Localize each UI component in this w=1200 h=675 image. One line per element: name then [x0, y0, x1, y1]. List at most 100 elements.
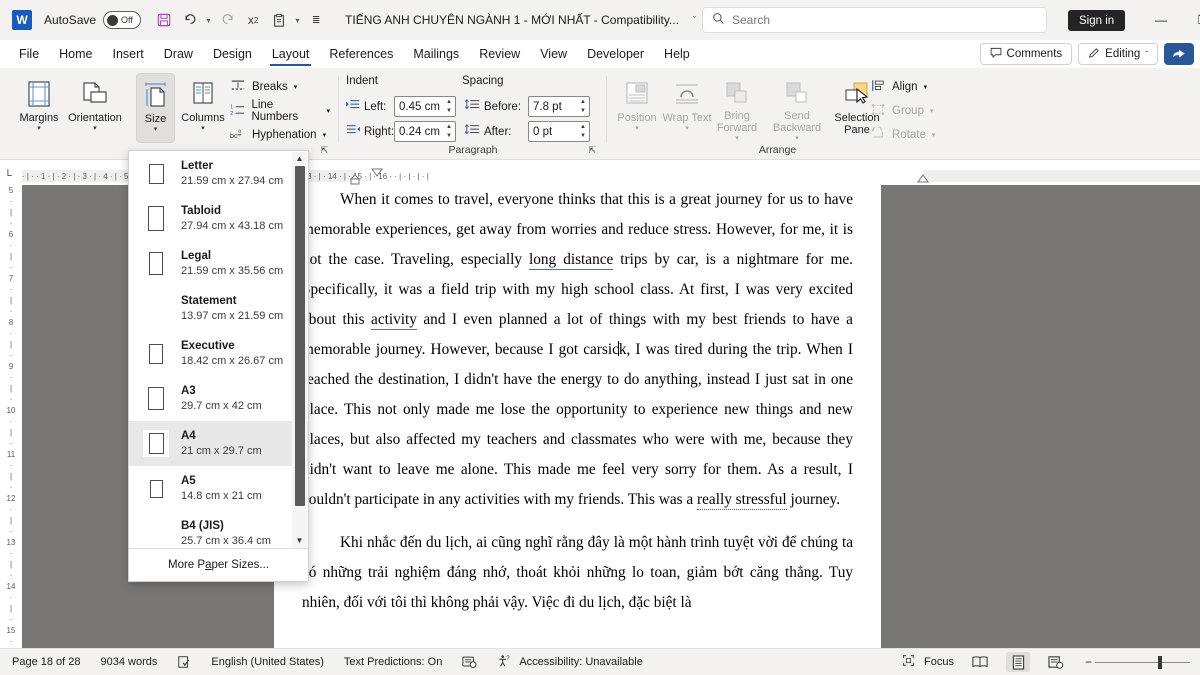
scroll-up-arrow-icon[interactable]: ▲ — [296, 152, 304, 166]
size-button[interactable]: Size ▾ — [136, 73, 175, 143]
paste-icon[interactable] — [266, 7, 292, 33]
word-count-status[interactable]: 9034 words — [101, 656, 158, 668]
line-numbers-chevron-down-icon[interactable]: ▾ — [326, 107, 330, 115]
tab-view[interactable]: View — [530, 41, 577, 67]
redo-icon[interactable] — [214, 7, 240, 33]
tab-references[interactable]: References — [319, 41, 403, 67]
minimize-button[interactable]: — — [1140, 0, 1182, 40]
undo-icon[interactable] — [177, 7, 203, 33]
language-status[interactable]: English (United States) — [211, 656, 324, 668]
bring-forward-button[interactable]: Bring Forward ▾ — [710, 73, 764, 143]
breaks-button[interactable]: Breaks ▾ — [230, 76, 297, 98]
tab-mailings[interactable]: Mailings — [403, 41, 469, 67]
spacing-before-stepper[interactable]: ▲▼ — [580, 98, 586, 116]
vertical-ruler[interactable]: 5·|· 6·|· 7·|· 8·|· 9·|· 10·|· 11·|· 12·… — [0, 185, 22, 645]
align-button[interactable]: Align ▾ — [870, 76, 927, 98]
size-dropdown-scrollbar[interactable]: ▲ ▼ — [292, 152, 307, 548]
tab-developer[interactable]: Developer — [577, 41, 654, 67]
editor-icon[interactable] — [462, 655, 477, 669]
read-mode-icon[interactable] — [968, 652, 992, 672]
subscript-icon[interactable]: x2 — [240, 7, 266, 33]
spacing-before-input[interactable]: 7.8 pt ▲▼ — [528, 96, 590, 117]
line-numbers-button[interactable]: 12 Line Numbers ▾ — [230, 100, 330, 122]
size-option-a5[interactable]: A5 14.8 cm x 21 cm — [129, 466, 308, 511]
tab-insert[interactable]: Insert — [103, 41, 154, 67]
columns-chevron-down-icon[interactable]: ▾ — [201, 124, 205, 133]
first-line-indent-marker[interactable] — [369, 167, 385, 179]
size-option-tabloid[interactable]: Tabloid 27.94 cm x 43.18 cm — [129, 196, 308, 241]
focus-button[interactable]: Focus — [902, 654, 954, 670]
left-indent-marker[interactable] — [348, 167, 366, 185]
columns-button[interactable]: Columns ▾ — [176, 73, 230, 143]
accessibility-status[interactable]: ? Accessibility: Unavailable — [497, 654, 643, 671]
spacing-after-stepper[interactable]: ▲▼ — [580, 123, 586, 141]
paragraph-dialog-launcher[interactable]: ⇱ — [588, 145, 596, 156]
paste-chevron-down-icon[interactable]: ▾ — [292, 16, 303, 25]
send-backward-chevron-down-icon[interactable]: ▾ — [795, 134, 799, 143]
indent-left-stepper[interactable]: ▲▼ — [446, 98, 452, 116]
size-option-a3[interactable]: A3 29.7 cm x 42 cm — [129, 376, 308, 421]
breaks-chevron-down-icon[interactable]: ▾ — [294, 83, 298, 91]
search-box[interactable] — [702, 7, 1047, 33]
tab-design[interactable]: Design — [203, 41, 262, 67]
size-dropdown-list[interactable]: Letter 21.59 cm x 27.94 cm Tabloid 27.94… — [129, 151, 308, 549]
indent-left-input[interactable]: 0.45 cm ▲▼ — [394, 96, 456, 117]
customize-quick-access-toolbar-icon[interactable]: ≣ — [303, 7, 329, 33]
scrollbar-thumb[interactable] — [295, 166, 305, 506]
editing-mode-button[interactable]: Editing ˇ — [1078, 43, 1158, 65]
grammar-suggestion-really-stressful[interactable]: really stressful — [697, 491, 787, 510]
title-chevron-down-icon[interactable]: ˇ — [693, 15, 696, 25]
editing-chevron-down-icon[interactable]: ˇ — [1145, 50, 1148, 59]
size-dropdown-menu[interactable]: Letter 21.59 cm x 27.94 cm Tabloid 27.94… — [128, 150, 309, 582]
tab-help[interactable]: Help — [654, 41, 700, 67]
margins-chevron-down-icon[interactable]: ▾ — [37, 124, 41, 133]
save-icon[interactable] — [151, 7, 177, 33]
page-number-status[interactable]: Page 18 of 28 — [12, 656, 81, 668]
autosave-toggle[interactable]: Off — [103, 11, 141, 29]
indent-right-stepper[interactable]: ▲▼ — [446, 123, 452, 141]
tab-file[interactable]: File — [9, 41, 49, 67]
rotate-chevron-down-icon[interactable]: ▾ — [932, 131, 936, 139]
comments-button[interactable]: Comments — [980, 43, 1073, 65]
document-page[interactable]: When it comes to travel, everyone thinks… — [274, 185, 881, 648]
paragraph-vietnamese[interactable]: Khi nhắc đến du lịch, ai cũng nghĩ rằng … — [302, 528, 853, 618]
size-option-statement[interactable]: Statement 13.97 cm x 21.59 cm — [129, 286, 308, 331]
size-chevron-down-icon[interactable]: ▾ — [154, 125, 158, 134]
share-button[interactable] — [1164, 43, 1194, 65]
search-input[interactable] — [732, 13, 1012, 27]
zoom-slider[interactable]: − — [1082, 655, 1190, 669]
page-setup-dialog-launcher[interactable]: ⇱ — [320, 145, 328, 156]
indent-right-input[interactable]: 0.24 cm ▲▼ — [394, 121, 456, 142]
paragraph-english[interactable]: When it comes to travel, everyone thinks… — [302, 185, 853, 515]
size-option-b4-jis[interactable]: B4 (JIS) 25.7 cm x 36.4 cm — [129, 511, 308, 549]
orientation-chevron-down-icon[interactable]: ▾ — [93, 124, 97, 133]
size-option-executive[interactable]: Executive 18.42 cm x 26.67 cm — [129, 331, 308, 376]
hyphenation-chevron-down-icon[interactable]: ▾ — [323, 131, 327, 139]
grammar-suggestion-activity[interactable]: activity — [371, 311, 417, 330]
margins-button[interactable]: Margins ▾ — [12, 73, 66, 143]
tab-review[interactable]: Review — [469, 41, 530, 67]
tab-draw[interactable]: Draw — [154, 41, 203, 67]
text-predictions-status[interactable]: Text Predictions: On — [344, 656, 442, 668]
grammar-suggestion-long-distance[interactable]: long distance — [529, 251, 613, 270]
group-button[interactable]: Group ▾ — [870, 100, 933, 122]
position-button[interactable]: Position ▾ — [610, 73, 664, 143]
zoom-out-button[interactable]: − — [1082, 655, 1095, 669]
wrap-text-chevron-down-icon[interactable]: ▾ — [685, 124, 689, 133]
web-layout-icon[interactable] — [1044, 652, 1068, 672]
orientation-button[interactable]: Orientation ▾ — [68, 73, 122, 143]
tab-stop-selector[interactable]: └ — [4, 170, 12, 182]
more-paper-sizes-button[interactable]: More Paper Sizes... — [129, 548, 308, 581]
proofing-status-icon[interactable] — [177, 655, 191, 669]
right-indent-marker[interactable] — [915, 172, 931, 185]
position-chevron-down-icon[interactable]: ▾ — [635, 124, 639, 133]
group-chevron-down-icon[interactable]: ▾ — [930, 107, 934, 115]
hyphenation-button[interactable]: bca Hyphenation ▾ — [230, 124, 326, 146]
size-option-a4[interactable]: A4 21 cm x 29.7 cm — [129, 421, 308, 466]
scroll-down-arrow-icon[interactable]: ▼ — [296, 534, 304, 548]
size-option-letter[interactable]: Letter 21.59 cm x 27.94 cm — [129, 151, 308, 196]
print-layout-icon[interactable] — [1006, 652, 1030, 672]
restore-button[interactable]: ❐ — [1182, 0, 1200, 40]
undo-chevron-down-icon[interactable]: ▾ — [203, 16, 214, 25]
align-chevron-down-icon[interactable]: ▾ — [924, 83, 928, 91]
